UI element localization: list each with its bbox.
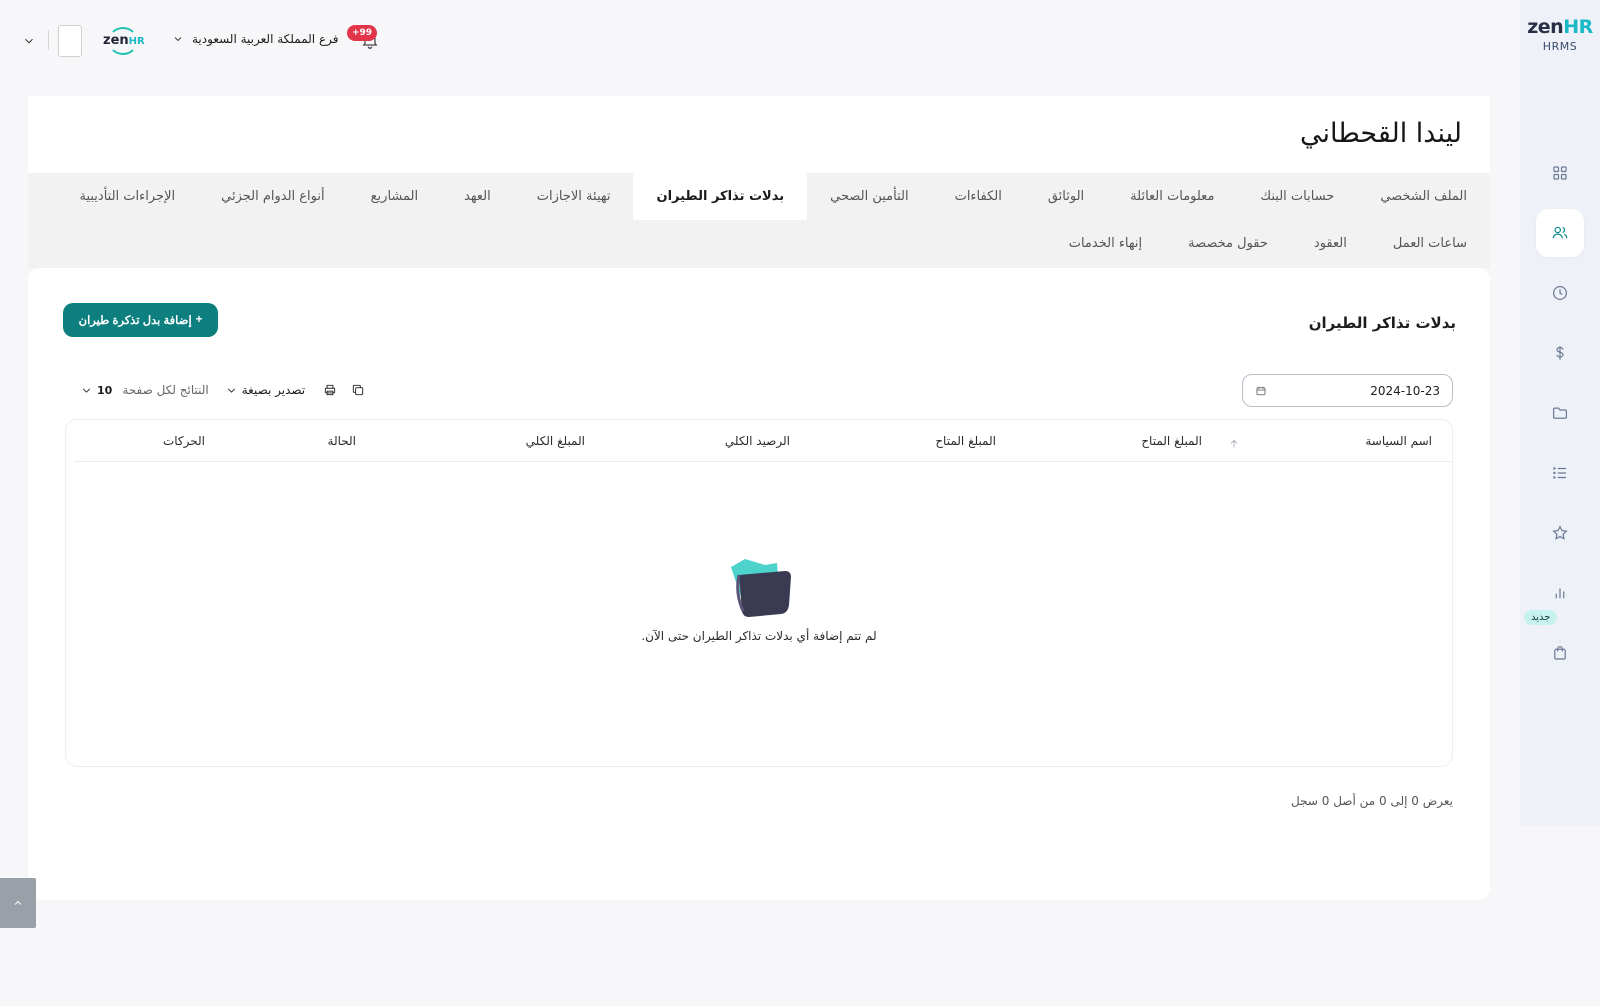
users-icon: [1552, 226, 1568, 239]
profile-tabs: الملف الشخصي حسابات البنك معلومات العائل…: [28, 173, 1490, 268]
tab-personal-profile[interactable]: الملف الشخصي: [1357, 173, 1490, 220]
date-value: 2024-10-23: [1370, 383, 1440, 398]
scroll-to-top-button[interactable]: [0, 878, 36, 928]
chevron-down-icon: [174, 37, 182, 42]
export-label: تصدير بصيغة: [241, 383, 306, 397]
sidebar-item-attendance[interactable]: [1536, 269, 1584, 317]
empty-message: لم تتم إضافة أي بدلات تذاكر الطيران حتى …: [641, 629, 877, 643]
column-header-total-amount[interactable]: المبلغ الكلي: [526, 434, 585, 448]
notifications-badge: +99: [347, 25, 378, 41]
side-nav: جديد: [1524, 149, 1584, 689]
avatar[interactable]: [58, 25, 82, 57]
sidebar-item-marketplace[interactable]: جديد: [1524, 610, 1584, 677]
tab-custody[interactable]: العهد: [441, 173, 514, 220]
export-dropdown[interactable]: تصدير بصيغة: [225, 383, 305, 397]
branch-label: فرع المملكة العربية السعودية: [192, 32, 339, 46]
calendar-icon: [1256, 386, 1266, 395]
printer-icon: [325, 384, 336, 396]
sidebar-item-dashboard[interactable]: [1536, 149, 1584, 197]
branch-selector[interactable]: فرع المملكة العربية السعودية: [172, 32, 338, 46]
tab-competencies[interactable]: الكفاءات: [932, 173, 1025, 220]
tab-health-insurance[interactable]: التأمين الصحي: [807, 173, 931, 220]
empty-state: لم تتم إضافة أي بدلات تذاكر الطيران حتى …: [66, 553, 1452, 643]
add-button-label: إضافة بدل تذكرة طيران: [78, 315, 192, 327]
logo[interactable]: zenHR HRMS: [1527, 16, 1593, 53]
empty-folder-illustration: [731, 559, 791, 617]
sort-ascending-icon[interactable]: [1228, 435, 1240, 448]
column-header-available-amount[interactable]: المبلغ المتاح: [1141, 434, 1202, 448]
allowances-table: اسم السياسة المبلغ المتاح المبلغ المتاح …: [65, 419, 1453, 767]
tab-disciplinary-actions[interactable]: الإجراءات التأديبية: [56, 173, 198, 220]
list-icon: [1553, 467, 1566, 479]
logo-accent-text: HR: [1563, 16, 1593, 38]
tab-part-time-types[interactable]: أنواع الدوام الجزئي: [198, 173, 348, 220]
tab-end-of-service[interactable]: إنهاء الخدمات: [1046, 220, 1165, 267]
dollar-icon: [1556, 346, 1564, 360]
topbar: zenHR فرع المملكة العربية السعودية +99: [0, 0, 1520, 82]
sidebar-item-payroll[interactable]: [1536, 329, 1584, 377]
tab-projects[interactable]: المشاريع: [348, 173, 441, 220]
date-filter-input[interactable]: 2024-10-23: [1242, 374, 1453, 407]
tab-leave-setup[interactable]: تهيئة الاجازات: [514, 173, 634, 220]
clock-icon: [1553, 286, 1567, 300]
per-page-select[interactable]: 10 النتائج لكل صفحة: [80, 383, 209, 397]
print-button[interactable]: [321, 381, 339, 399]
tab-documents[interactable]: الوثائق: [1025, 173, 1107, 220]
column-header-total-balance[interactable]: الرصيد الكلي: [725, 434, 790, 448]
logo-main-text: zen: [1527, 16, 1564, 38]
employee-header: ليندا القحطاني: [28, 96, 1490, 173]
column-header-status[interactable]: الحالة: [328, 434, 356, 448]
user-menu-toggle[interactable]: [22, 33, 36, 47]
pagination-summary: يعرض 0 إلى 0 من أصل 0 سجل: [1291, 794, 1453, 808]
column-header-actions: الحركات: [162, 434, 205, 448]
bar-chart-icon: [1555, 588, 1565, 599]
chevron-down-icon: [25, 38, 33, 44]
tab-row-2: ساعات العمل العقود حقول مخصصة إنهاء الخد…: [1046, 220, 1490, 268]
tab-family-info[interactable]: معلومات العائلة: [1107, 173, 1237, 220]
chevron-up-icon: [14, 900, 22, 905]
sidebar-item-employees[interactable]: [1536, 209, 1584, 257]
chevron-down-icon: [227, 388, 235, 393]
add-flight-ticket-allowance-button[interactable]: + إضافة بدل تذكرة طيران: [63, 303, 218, 337]
sidebar: zenHR HRMS جديد: [1520, 0, 1600, 826]
logo-subtitle: HRMS: [1542, 40, 1578, 53]
employee-name: ليندا القحطاني: [1300, 118, 1462, 149]
sidebar-item-performance[interactable]: [1536, 509, 1584, 557]
company-logo: zenHR: [103, 33, 145, 48]
sidebar-item-documents[interactable]: [1536, 389, 1584, 437]
empty-folder-icon: [725, 553, 793, 619]
tab-contracts[interactable]: العقود: [1291, 220, 1370, 267]
arrow-up-icon: [1230, 439, 1238, 448]
section-title: بدلات تذاكر الطيران: [1308, 314, 1456, 332]
table-header: اسم السياسة المبلغ المتاح المبلغ المتاح …: [74, 420, 1452, 462]
star-icon: [1552, 525, 1568, 540]
tab-bank-accounts[interactable]: حسابات البنك: [1237, 173, 1357, 220]
chevron-down-icon: [82, 388, 91, 393]
new-badge: جديد: [1524, 610, 1558, 625]
column-header-policy-name[interactable]: اسم السياسة: [1365, 434, 1432, 448]
shopping-bag-icon: [1554, 646, 1566, 660]
logo-text: zenHR: [1527, 16, 1593, 38]
column-header-available-amount-2[interactable]: المبلغ المتاح: [935, 434, 996, 448]
folder-icon: [1553, 407, 1567, 419]
plus-icon: +: [195, 314, 203, 326]
per-page-value: 10: [97, 383, 113, 397]
company-logo-main: zen: [103, 33, 129, 48]
copy-button[interactable]: [349, 381, 367, 399]
divider: [48, 30, 49, 50]
content-card: بدلات تذاكر الطيران + إضافة بدل تذكرة طي…: [28, 268, 1490, 900]
copy-icon: [353, 384, 364, 396]
per-page-label: النتائج لكل صفحة: [122, 383, 209, 397]
tab-working-hours[interactable]: ساعات العمل: [1370, 220, 1490, 267]
tab-custom-fields[interactable]: حقول مخصصة: [1165, 220, 1291, 267]
table-toolbar: 10 النتائج لكل صفحة تصدير بصيغة: [80, 381, 367, 399]
tab-flight-ticket-allowances[interactable]: بدلات تذاكر الطيران: [633, 173, 808, 220]
tab-row-1: الملف الشخصي حسابات البنك معلومات العائل…: [56, 173, 1490, 220]
company-logo-accent: HR: [128, 36, 145, 47]
grid-icon: [1553, 166, 1567, 180]
sidebar-item-lists[interactable]: [1536, 449, 1584, 497]
